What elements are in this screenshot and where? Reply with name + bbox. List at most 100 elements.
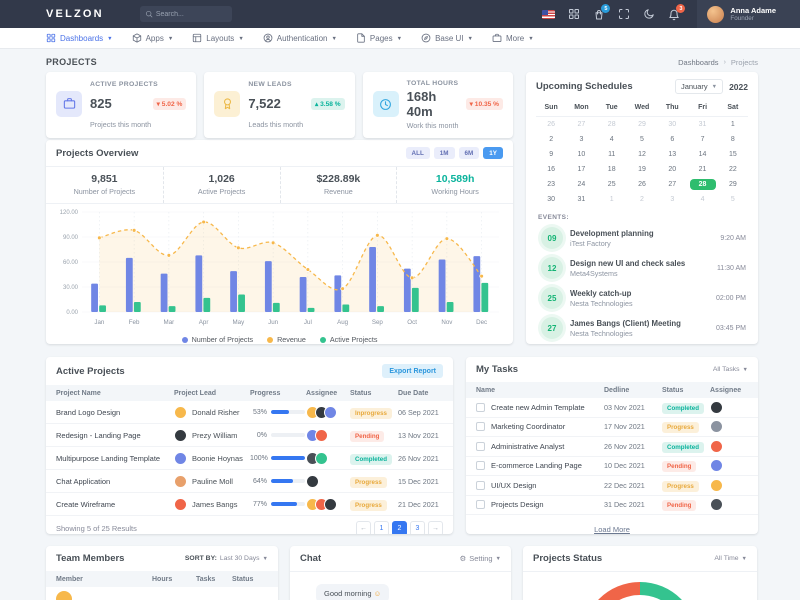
- event-item[interactable]: 12Design new UI and check salesMeta4Syst…: [526, 253, 758, 283]
- event-item[interactable]: 27James Bangs (Client) MeetingNesta Tech…: [526, 313, 758, 343]
- calendar-day[interactable]: 29: [627, 117, 657, 132]
- task-checkbox[interactable]: [476, 422, 485, 431]
- calendar-day[interactable]: 16: [536, 162, 566, 177]
- table-row[interactable]: Create WireframeJames Bangs77%Progress21…: [46, 493, 453, 516]
- task-checkbox[interactable]: [476, 461, 485, 470]
- calendar-day[interactable]: 19: [627, 162, 657, 177]
- calendar-day[interactable]: 3: [566, 132, 596, 147]
- calendar-day[interactable]: 31: [566, 192, 596, 207]
- task-row[interactable]: Create new Admin Template03 Nov 2021Comp…: [466, 398, 758, 418]
- notifications-bell-icon[interactable]: 3: [668, 8, 680, 20]
- assignee-avatar[interactable]: [710, 479, 723, 492]
- calendar-day[interactable]: 23: [536, 177, 566, 192]
- apps-grid-icon[interactable]: [568, 8, 580, 20]
- assignee-avatar[interactable]: [710, 440, 723, 453]
- calendar-day[interactable]: 11: [597, 147, 627, 162]
- calendar-day[interactable]: 28: [597, 117, 627, 132]
- dark-mode-moon-icon[interactable]: [643, 8, 655, 20]
- table-row[interactable]: Brand Logo DesignDonald Risher53%Inprogr…: [46, 401, 453, 424]
- calendar-day[interactable]: 1: [597, 192, 627, 207]
- calendar-day[interactable]: 4: [687, 192, 717, 207]
- event-item[interactable]: 09Development planningiTest Factory9:20 …: [526, 223, 758, 253]
- calendar-day[interactable]: 7: [687, 132, 717, 147]
- assignee-avatar[interactable]: [710, 459, 723, 472]
- search-input[interactable]: [156, 11, 227, 18]
- range-button-1y[interactable]: 1Y: [483, 147, 503, 159]
- calendar-day[interactable]: 21: [687, 162, 717, 177]
- calendar-day[interactable]: 18: [597, 162, 627, 177]
- assignee-avatar[interactable]: [324, 498, 337, 511]
- task-row[interactable]: UI/UX Design22 Dec 2021Progress: [466, 476, 758, 496]
- project-name-link[interactable]: Chat Application: [56, 477, 174, 486]
- month-select[interactable]: January▼: [675, 79, 723, 94]
- pagination-page-2[interactable]: 2: [392, 521, 407, 534]
- task-row[interactable]: E-commerce Landing Page10 Dec 2021Pendin…: [466, 457, 758, 477]
- calendar-day[interactable]: 5: [627, 132, 657, 147]
- user-menu[interactable]: Anna AdameFounder: [697, 0, 800, 28]
- task-row[interactable]: Administrative Analyst26 Nov 2021Complet…: [466, 437, 758, 457]
- pagination-page-1[interactable]: 1: [374, 521, 389, 534]
- nav-item-authentication[interactable]: Authentication▼: [263, 33, 337, 43]
- pagination-next[interactable]: →: [428, 521, 443, 534]
- calendar-day[interactable]: 6: [657, 132, 687, 147]
- table-row[interactable]: Multipurpose Landing TemplateBoonie Hoyn…: [46, 447, 453, 470]
- project-name-link[interactable]: Create Wireframe: [56, 500, 174, 509]
- calendar-day[interactable]: 30: [657, 117, 687, 132]
- range-button-1m[interactable]: 1M: [434, 147, 455, 159]
- assignee-avatar[interactable]: [710, 401, 723, 414]
- pagination-prev[interactable]: ←: [356, 521, 371, 534]
- app-logo[interactable]: VELZON: [46, 8, 104, 20]
- assignee-avatar[interactable]: [315, 429, 328, 442]
- nav-item-apps[interactable]: Apps▼: [132, 33, 174, 43]
- range-button-6m[interactable]: 6M: [459, 147, 480, 159]
- table-row[interactable]: Chat ApplicationPauline Moll64%Progress1…: [46, 470, 453, 493]
- task-row[interactable]: Marketing Coordinator17 Nov 2021Progress: [466, 418, 758, 438]
- calendar-day[interactable]: 31: [687, 117, 717, 132]
- calendar-day[interactable]: 24: [566, 177, 596, 192]
- calendar-day[interactable]: 17: [566, 162, 596, 177]
- project-name-link[interactable]: Redesign - Landing Page: [56, 431, 174, 440]
- cart-icon[interactable]: 5: [593, 8, 605, 20]
- calendar-day[interactable]: 1: [718, 117, 748, 132]
- task-checkbox[interactable]: [476, 442, 485, 451]
- assignee-avatar[interactable]: [306, 475, 319, 488]
- calendar-day[interactable]: 29: [718, 177, 748, 192]
- calendar-day[interactable]: 5: [718, 192, 748, 207]
- language-flag-icon[interactable]: [542, 10, 555, 19]
- calendar-day[interactable]: 9: [536, 147, 566, 162]
- export-report-button[interactable]: Export Report: [382, 364, 443, 378]
- calendar-day[interactable]: 25: [597, 177, 627, 192]
- calendar-day[interactable]: 28: [687, 177, 717, 192]
- calendar-day[interactable]: 15: [718, 147, 748, 162]
- nav-item-dashboards[interactable]: Dashboards▼: [46, 33, 113, 43]
- nav-item-more[interactable]: More▼: [492, 33, 534, 43]
- assignee-avatar[interactable]: [315, 452, 328, 465]
- calendar-day[interactable]: 10: [566, 147, 596, 162]
- nav-item-pages[interactable]: Pages▼: [356, 33, 402, 43]
- assignee-avatar[interactable]: [710, 498, 723, 511]
- calendar-day[interactable]: 27: [566, 117, 596, 132]
- task-checkbox[interactable]: [476, 481, 485, 490]
- pagination-page-3[interactable]: 3: [410, 521, 425, 534]
- project-name-link[interactable]: Multipurpose Landing Template: [56, 454, 174, 463]
- task-row[interactable]: Projects Design31 Dec 2021Pending: [466, 496, 758, 516]
- task-checkbox[interactable]: [476, 500, 485, 509]
- nav-item-base-ui[interactable]: Base UI▼: [421, 33, 473, 43]
- time-filter-dropdown[interactable]: All Time▼: [714, 555, 747, 562]
- calendar-day[interactable]: 12: [627, 147, 657, 162]
- calendar-day[interactable]: 22: [718, 162, 748, 177]
- calendar-day[interactable]: 14: [687, 147, 717, 162]
- calendar-day[interactable]: 26: [627, 177, 657, 192]
- event-item[interactable]: 25Weekly catch-upNesta Technologies02:00…: [526, 283, 758, 313]
- table-row[interactable]: Redesign - Landing PagePrezy William0%Pe…: [46, 424, 453, 447]
- task-checkbox[interactable]: [476, 403, 485, 412]
- fullscreen-icon[interactable]: [618, 8, 630, 20]
- chat-settings-dropdown[interactable]: ⚙Setting▼: [459, 554, 501, 563]
- calendar-day[interactable]: 3: [657, 192, 687, 207]
- tasks-filter-dropdown[interactable]: All Tasks▼: [713, 366, 748, 373]
- load-more-link[interactable]: Load More: [594, 525, 630, 534]
- calendar-day[interactable]: 13: [657, 147, 687, 162]
- calendar-day[interactable]: 26: [536, 117, 566, 132]
- range-button-all[interactable]: ALL: [406, 147, 430, 159]
- calendar-day[interactable]: 20: [657, 162, 687, 177]
